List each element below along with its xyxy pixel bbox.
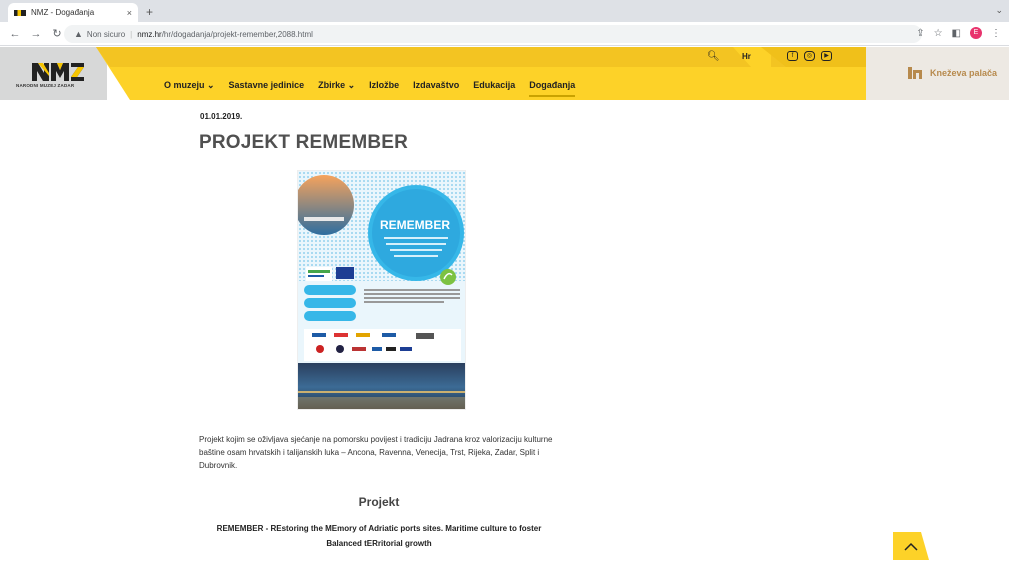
address-bar[interactable]: ▲ Non sicuro | nmz.hr /hr/dogadanja/proj… bbox=[64, 25, 922, 43]
warning-icon: ▲ bbox=[74, 29, 83, 39]
facebook-icon[interactable]: f bbox=[787, 51, 798, 61]
menu-item-dogadanja[interactable]: Događanja bbox=[529, 80, 576, 97]
menu-item-o-muzeju[interactable]: O muzeju ⌄ bbox=[164, 80, 215, 91]
browser-menu-icon[interactable]: ⋮ bbox=[991, 28, 1001, 39]
tab-close-icon[interactable]: × bbox=[127, 8, 132, 18]
youtube-icon[interactable]: ▶ bbox=[821, 51, 832, 61]
browser-actions: ⇪ ☆ ◧ E ⋮ bbox=[916, 27, 1001, 39]
menu-item-izdavastvo[interactable]: Izdavaštvo bbox=[413, 80, 459, 91]
language-switch[interactable]: Hr bbox=[742, 52, 751, 61]
side-panel-icon[interactable]: ◧ bbox=[952, 28, 961, 39]
poster-title-text: REMEMBER bbox=[380, 218, 450, 232]
search-icon[interactable]: 🔍︎ bbox=[707, 51, 720, 62]
share-icon[interactable]: ⇪ bbox=[916, 28, 924, 39]
back-icon[interactable]: ← bbox=[9, 28, 21, 40]
nmz-logo-icon bbox=[32, 63, 84, 81]
url-path: /hr/dogadanja/projekt-remember,2088.html bbox=[161, 29, 313, 39]
palace-panel: Kneževa palača bbox=[866, 47, 1009, 100]
browser-tabbar: NMZ - Događanja × + ⌄ bbox=[0, 0, 1009, 22]
scroll-to-top-button[interactable] bbox=[893, 532, 929, 560]
palace-icon bbox=[908, 67, 922, 79]
poster-graphic: REMEMBER bbox=[298, 171, 465, 409]
bookmark-star-icon[interactable]: ☆ bbox=[934, 28, 943, 39]
project-poster-image[interactable]: REMEMBER bbox=[297, 170, 466, 410]
section-subtitle: REMEMBER - REstoring the MEmory of Adria… bbox=[216, 524, 542, 548]
section-title: Projekt bbox=[358, 495, 400, 509]
palace-link-label: Kneževa palača bbox=[930, 68, 998, 78]
menu-item-sastavne-jedinice[interactable]: Sastavne jedinice bbox=[229, 80, 305, 91]
security-label: Non sicuro bbox=[86, 29, 126, 39]
reload-icon[interactable]: ↻ bbox=[51, 27, 63, 40]
logo-text: NARODNI MUZEJ ZADAR bbox=[16, 83, 75, 88]
forward-icon[interactable]: → bbox=[30, 28, 42, 40]
tab-search-chevron-icon[interactable]: ⌄ bbox=[995, 5, 1003, 16]
tab-title: NMZ - Događanja bbox=[31, 8, 95, 17]
profile-avatar[interactable]: E bbox=[970, 27, 982, 39]
site-favicon-icon bbox=[14, 9, 26, 16]
main-menu: O muzeju ⌄ Sastavne jedinice Zbirke ⌄ Iz… bbox=[164, 80, 589, 97]
menu-item-izlozbe[interactable]: Izložbe bbox=[369, 80, 399, 91]
website: NARODNI MUZEJ ZADAR Kneževa palača 🔍︎ Hr… bbox=[0, 47, 1009, 573]
browser-toolbar: ← → ↻ ▲ Non sicuro | nmz.hr /hr/dogadanj… bbox=[0, 22, 1009, 46]
page-title: PROJEKT REMEMBER bbox=[199, 132, 409, 153]
logo-area[interactable]: NARODNI MUZEJ ZADAR bbox=[0, 47, 107, 100]
instagram-icon[interactable]: ◎ bbox=[804, 51, 815, 61]
article-intro: Projekt kojim se oživljava sjećanje na p… bbox=[199, 435, 553, 470]
address-separator: | bbox=[130, 29, 133, 39]
url-host: nmz.hr bbox=[137, 29, 162, 39]
article-date: 01.01.2019. bbox=[200, 112, 243, 121]
menu-item-zbirke[interactable]: Zbirke ⌄ bbox=[318, 80, 355, 91]
browser-tab[interactable]: NMZ - Događanja × bbox=[8, 3, 138, 22]
palace-link[interactable]: Kneževa palača bbox=[908, 67, 997, 79]
new-tab-icon[interactable]: + bbox=[146, 5, 153, 19]
menu-item-edukacija[interactable]: Edukacija bbox=[473, 80, 515, 91]
